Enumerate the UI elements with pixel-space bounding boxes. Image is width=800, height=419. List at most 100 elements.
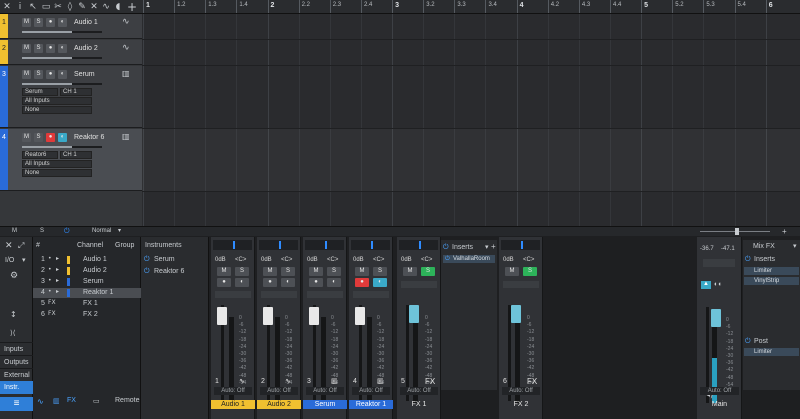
volume-readout[interactable]: 0dB [307, 257, 318, 263]
info-icon[interactable]: i [14, 1, 26, 13]
monitor-button[interactable]: ◐ [281, 278, 295, 287]
list-view-icon[interactable]: ≡ [0, 397, 33, 411]
mute-button[interactable]: M [22, 70, 31, 79]
mute-button[interactable]: M [217, 267, 231, 276]
pan-readout[interactable]: <C> [235, 257, 246, 263]
chevron-down-icon[interactable]: ▾ [118, 227, 121, 234]
solo-button[interactable]: S [421, 267, 435, 276]
monitor-button[interactable]: ◐ [235, 278, 249, 287]
track-name[interactable]: Audio 2 [74, 45, 98, 52]
input-select[interactable]: All Inputs [22, 160, 92, 168]
arrows-icon[interactable]: ↕ [10, 310, 17, 319]
monitor-button[interactable]: ◐ [58, 44, 67, 53]
input-gain[interactable] [213, 240, 252, 250]
solo-button[interactable]: S [34, 44, 43, 53]
track-header[interactable]: 3 M S ● ◐ Serum ▥ Serum CH 1 All Inputs … [0, 66, 142, 128]
nav-inputs[interactable]: Inputs [0, 342, 33, 354]
output-select[interactable]: None [22, 169, 92, 177]
pan-readout[interactable]: <C> [327, 257, 338, 263]
range-icon[interactable]: ▭ [40, 1, 52, 13]
mute-button[interactable]: M [505, 267, 519, 276]
power-icon[interactable]: ⏻ [745, 255, 751, 264]
volume-readout[interactable]: 0dB [261, 257, 272, 263]
volume-fader[interactable] [309, 307, 319, 325]
expand-icon[interactable]: ▸ [56, 255, 59, 262]
instrument-item[interactable]: Serum [154, 256, 175, 263]
volume-slider[interactable] [22, 83, 102, 85]
visible-icon[interactable]: • [48, 266, 52, 273]
input-gain[interactable] [305, 240, 344, 250]
list-item[interactable]: 4 • ▸ Reaktor 1 [33, 288, 141, 298]
volume-slider[interactable] [22, 146, 102, 148]
narrow-icon[interactable]: ⟩⟨ [10, 329, 15, 337]
zoom-in-icon[interactable]: + [782, 227, 787, 236]
output-select[interactable]: None [22, 106, 92, 114]
keys-icon[interactable]: ▥ [53, 397, 60, 405]
instrument-item[interactable]: Reaktor 6 [154, 268, 184, 275]
power-icon[interactable]: ⏻ [64, 227, 70, 236]
nav-outputs[interactable]: Outputs [0, 355, 33, 367]
input-gain[interactable] [351, 240, 390, 250]
bend-icon[interactable]: ∿ [100, 1, 112, 13]
input-gain[interactable] [501, 240, 540, 250]
mode-select[interactable]: Normal [92, 228, 111, 234]
visible-icon[interactable]: • [48, 255, 52, 262]
record-button[interactable]: ● [355, 278, 369, 287]
record-button[interactable]: ● [263, 278, 277, 287]
mono-icon[interactable]: ◐◐ [714, 281, 722, 288]
power-icon[interactable]: ⏻ [443, 243, 449, 252]
mute-button[interactable]: M [22, 18, 31, 27]
track-name[interactable]: Serum [74, 71, 95, 78]
solo-button[interactable]: S [523, 267, 537, 276]
add-track-icon[interactable]: + [126, 1, 138, 13]
list-item[interactable]: 5 FX FX 1 [33, 299, 141, 309]
pan-slider[interactable] [503, 281, 539, 288]
pan-slider[interactable] [215, 291, 251, 298]
monitor-button[interactable]: ◐ [58, 18, 67, 27]
expand-icon[interactable]: ⤢ [18, 241, 24, 251]
solo-all-button[interactable]: S [40, 228, 44, 234]
volume-readout[interactable]: 0dB [353, 257, 364, 263]
volume-readout[interactable]: 0dB [401, 257, 412, 263]
automation-mode[interactable]: Auto: Off [352, 387, 390, 395]
solo-button[interactable]: S [281, 267, 295, 276]
nav-external[interactable]: External [0, 368, 33, 380]
volume-fader[interactable] [217, 307, 227, 325]
automation-mode[interactable]: Auto: Off [400, 387, 438, 395]
metronome-icon[interactable]: ▲ [701, 281, 711, 289]
midi-channel-select[interactable]: CH 1 [60, 88, 92, 96]
power-icon[interactable]: ⏻ [144, 255, 150, 264]
track-lane[interactable] [142, 14, 800, 40]
fx-icon[interactable]: FX [48, 299, 56, 306]
mute-button[interactable]: M [263, 267, 277, 276]
paint-icon[interactable]: ✎ [76, 1, 88, 13]
zoom-handle[interactable] [735, 228, 739, 235]
input-gain[interactable] [399, 240, 438, 250]
channel-name[interactable]: Audio 1 [83, 256, 107, 263]
monitor-button[interactable]: ◐ [58, 133, 67, 142]
main-pan[interactable] [703, 259, 735, 267]
power-icon[interactable]: ⏻ [144, 267, 150, 276]
automation-mode[interactable]: Auto: Off [306, 387, 344, 395]
mute-button[interactable]: M [403, 267, 417, 276]
pan-readout[interactable]: <C> [421, 257, 432, 263]
pan-slider[interactable] [307, 291, 343, 298]
power-icon[interactable]: ⏻ [445, 255, 450, 263]
mute-button[interactable]: M [22, 44, 31, 53]
monitor-button[interactable]: ◐ [373, 278, 387, 287]
listen-icon[interactable]: ◖ [112, 1, 124, 13]
record-button[interactable]: ● [217, 278, 231, 287]
channel-name[interactable]: Audio 2 [83, 267, 107, 274]
channel-name[interactable]: Reaktor 1 [83, 289, 113, 296]
volume-fader[interactable] [263, 307, 273, 325]
record-button[interactable]: ● [46, 133, 55, 142]
eraser-icon[interactable]: ◊ [64, 1, 76, 13]
expand-icon[interactable]: ▸ [56, 277, 59, 284]
timeline-ruler[interactable]: 1 1.2 1.3 1.4 2 2.2 2.3 2.4 3 3.2 3.3 3.4 4 4.2 4.3 4.4… [142, 0, 800, 14]
expand-icon[interactable]: ▸ [56, 288, 59, 295]
midi-channel-select[interactable]: CH 1 [60, 151, 92, 159]
pan-slider[interactable] [401, 281, 437, 288]
main-fader[interactable] [711, 309, 721, 327]
power-icon[interactable]: ⏻ [745, 337, 751, 346]
record-button[interactable]: ● [46, 18, 55, 27]
